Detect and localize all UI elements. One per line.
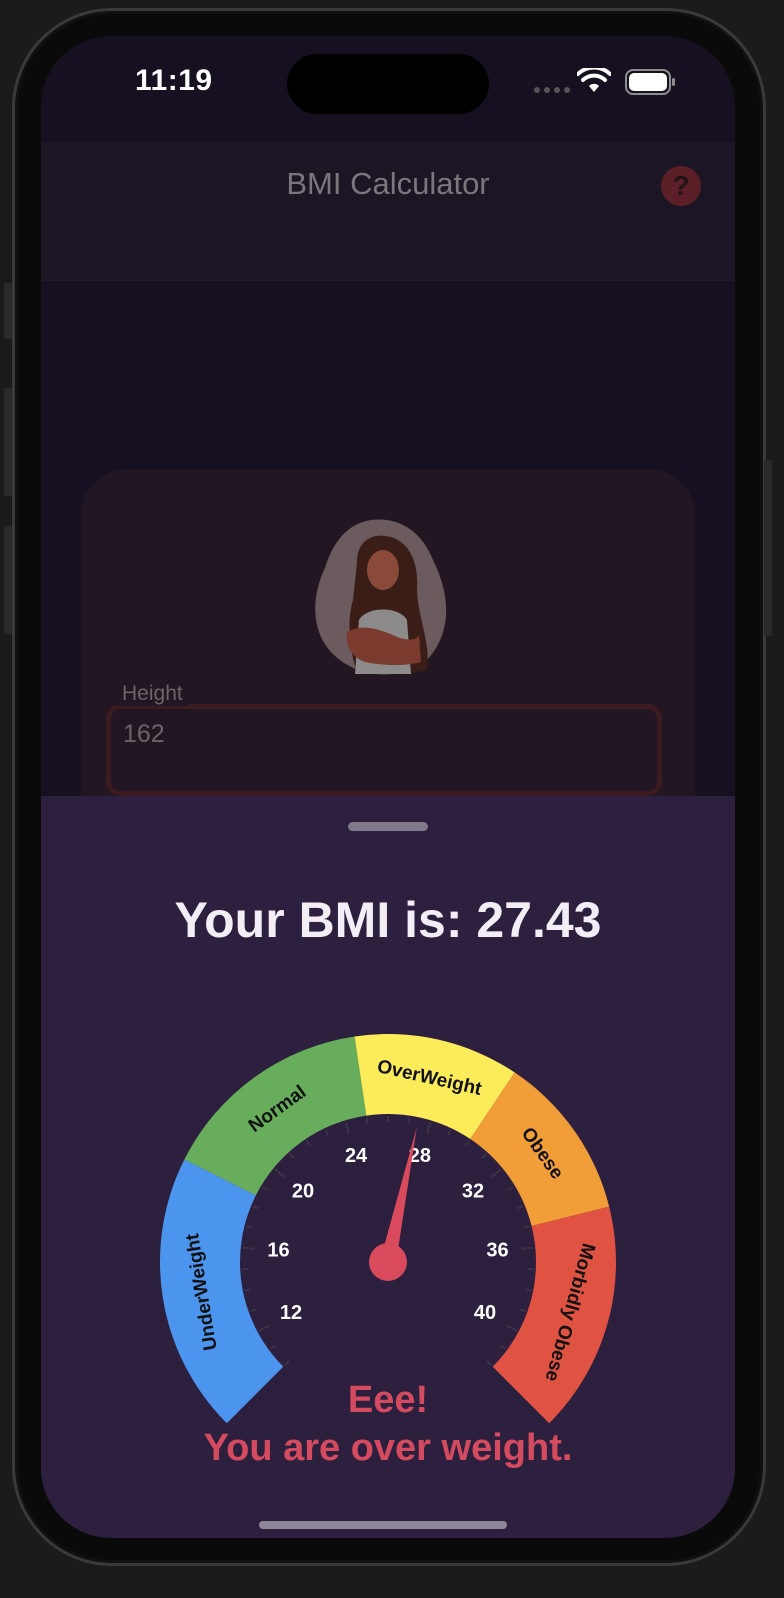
gauge-tick (521, 1246, 534, 1250)
sheet-drag-handle[interactable] (348, 822, 428, 831)
gauge-tick-label: 24 (345, 1145, 368, 1167)
volume-up-button (4, 388, 12, 496)
gauge-tick (306, 1140, 312, 1147)
gauge-tick (262, 1186, 269, 1191)
gauge-tick (499, 1344, 506, 1350)
volume-down-button (4, 526, 12, 634)
gauge-tick (425, 1121, 432, 1135)
verdict-message: You are over weight. (203, 1427, 573, 1469)
cellular-signal-icon (534, 87, 570, 93)
gauge-tick-label: 12 (280, 1302, 302, 1324)
gauge-tick (505, 1324, 518, 1332)
gauge-tick (244, 1288, 251, 1292)
gauge-tick (490, 1168, 502, 1178)
home-indicator (259, 1521, 507, 1529)
gauge-tick (270, 1344, 277, 1350)
gauge-tick (464, 1140, 470, 1147)
gauge-tick (274, 1168, 286, 1178)
gauge-needle-hub (369, 1243, 407, 1281)
gauge-tick (525, 1288, 532, 1292)
verdict-exclamation: Eee! (347, 1379, 429, 1421)
gauge-tick-label: 32 (462, 1180, 484, 1202)
height-input[interactable] (106, 704, 662, 796)
height-label: Height (116, 682, 189, 706)
gauge-tick (284, 1360, 290, 1366)
gauge-tick (365, 1117, 369, 1124)
gauge-tick (246, 1225, 253, 1229)
bmi-result-title: Your BMI is: 27.43 (174, 892, 602, 948)
gauge-tick (324, 1129, 330, 1136)
gauge-tick-label: 20 (292, 1180, 314, 1202)
wifi-icon (577, 68, 611, 92)
status-bar: 11:19 (41, 36, 735, 136)
gauge-tick (407, 1117, 411, 1124)
app-bar (41, 142, 735, 281)
gauge-tick (344, 1121, 351, 1135)
gauge-tick (252, 1205, 260, 1210)
gauge-tick (481, 1153, 487, 1159)
gauge-tick (446, 1129, 452, 1136)
gauge-tick (250, 1308, 257, 1313)
phone-screen: 11:19 BMI Calculator ? Height 162 Your B… (41, 36, 735, 1538)
height-value[interactable]: 162 (123, 720, 165, 749)
gauge-tick (516, 1205, 524, 1210)
gauge-tick (519, 1308, 526, 1313)
page-title: BMI Calculator (286, 166, 490, 201)
gauge-tick-label: 40 (474, 1302, 496, 1324)
gauge-tick-label: 36 (486, 1239, 508, 1261)
dynamic-island (287, 54, 489, 114)
help-button[interactable]: ? (661, 166, 701, 206)
mute-switch (4, 283, 12, 339)
gauge-tick (507, 1186, 514, 1191)
gauge-tick (242, 1246, 255, 1250)
gauge-tick-label: 16 (267, 1239, 289, 1261)
bmi-gauge: UnderWeightNormalOverWeightObeseMorbidly… (160, 1034, 616, 1424)
status-time: 11:19 (135, 64, 213, 97)
battery-icon (625, 69, 675, 95)
gauge-tick (486, 1360, 492, 1366)
gauge-tick (523, 1225, 530, 1229)
gauge-tick (258, 1324, 271, 1332)
power-button (764, 460, 772, 636)
gauge-tick (289, 1153, 295, 1159)
person-illustration (315, 519, 447, 675)
